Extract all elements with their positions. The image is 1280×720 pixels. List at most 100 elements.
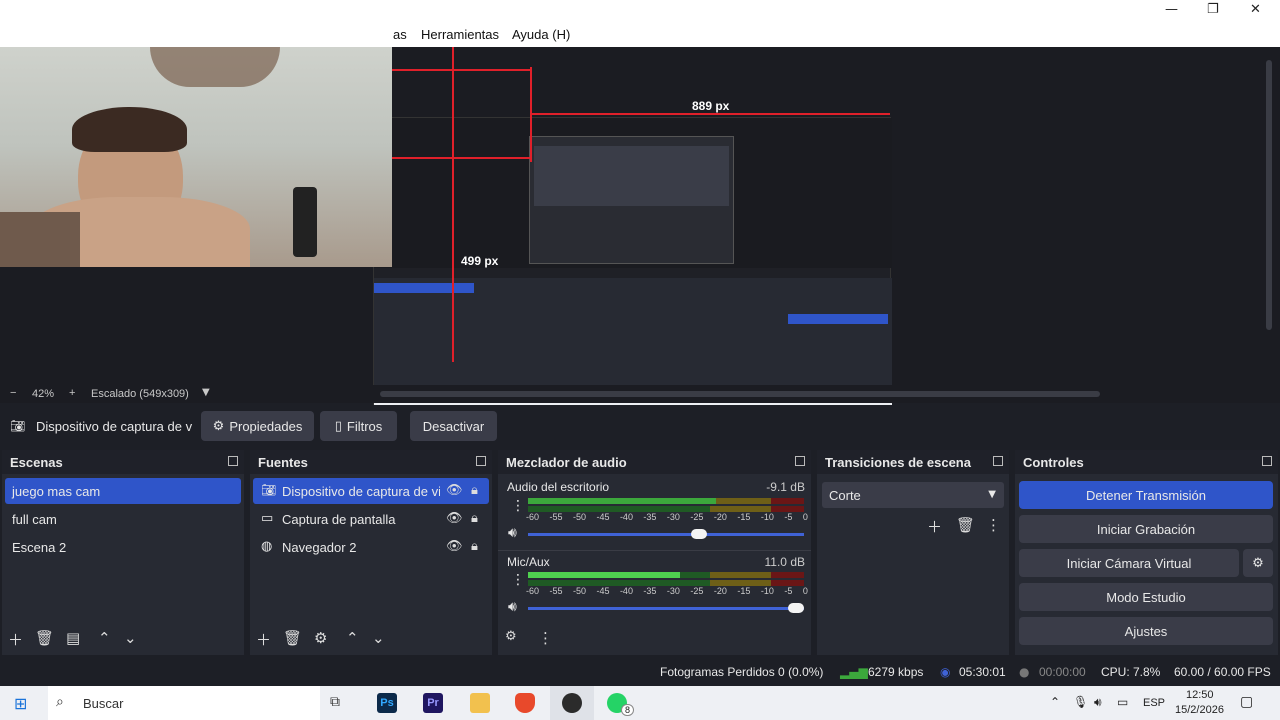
db-tick-label: -50: [572, 512, 586, 522]
channel-menu-icon[interactable]: ⋮: [511, 572, 525, 588]
menu-item-partial[interactable]: as: [393, 27, 407, 42]
scenes-footer: ＋ 🗑︎ ▤ ⌃ ⌄: [2, 627, 244, 651]
camera-icon: 📷︎: [261, 483, 277, 497]
level-meter: [528, 498, 804, 504]
title-bar: — ❐ ✕: [0, 0, 1280, 22]
scene-item[interactable]: juego mas cam: [5, 478, 241, 504]
preview-vertical-scrollbar[interactable]: [1266, 60, 1272, 330]
dock-float-icon[interactable]: [476, 456, 486, 466]
properties-label: Propiedades: [229, 418, 303, 434]
db-tick-label: -60: [526, 586, 540, 596]
filter-icon[interactable]: ▤: [66, 629, 80, 647]
db-tick-label: -25: [690, 586, 704, 596]
eye-icon[interactable]: 👁︎: [446, 539, 463, 554]
move-up-icon[interactable]: ⌃: [346, 629, 359, 647]
lock-icon[interactable]: 🔒︎: [471, 483, 478, 498]
dock-float-icon[interactable]: [993, 456, 1003, 466]
filters-button[interactable]: ▯ Filtros: [320, 411, 397, 441]
minimize-button[interactable]: —: [1165, 2, 1178, 17]
status-bar: Fotogramas Perdidos 0 (0.0%) ▂▄▆ 6279 kb…: [0, 658, 1280, 686]
source-item[interactable]: ◍ Navegador 2 👁︎ 🔒︎: [253, 534, 489, 560]
dock-float-icon[interactable]: [228, 456, 238, 466]
task-view-icon[interactable]: ⧉: [330, 694, 340, 710]
brave-icon[interactable]: [515, 693, 535, 713]
source-item[interactable]: ▭ Captura de pantalla 👁︎ 🔒︎: [253, 506, 489, 532]
restore-button[interactable]: ❐: [1207, 2, 1219, 17]
source-item[interactable]: 📷︎ Dispositivo de captura de vic 👁︎ 🔒︎: [253, 478, 489, 504]
menu-item-help[interactable]: Ayuda (H): [512, 27, 570, 42]
transition-menu-icon[interactable]: ⋮: [986, 516, 1001, 534]
level-meter: [528, 572, 804, 578]
dock-float-icon[interactable]: [795, 456, 805, 466]
camera-icon: 📷︎: [10, 419, 26, 433]
clock-date[interactable]: 15/2/2026: [1175, 704, 1224, 716]
stop-stream-button[interactable]: Detener Transmisión: [1019, 481, 1273, 509]
volume-slider[interactable]: [528, 529, 804, 539]
transition-select[interactable]: Corte ▼: [822, 482, 1004, 508]
add-icon[interactable]: ＋: [256, 629, 271, 650]
channel-name: Mic/Aux: [507, 555, 550, 569]
transitions-dock: Transiciones de escena Corte ▼ ＋ 🗑︎ ⋮: [817, 450, 1009, 655]
trash-icon[interactable]: 🗑︎: [956, 516, 975, 534]
zoom-in-button[interactable]: +: [69, 387, 75, 399]
virtual-cam-settings-button[interactable]: ⚙: [1243, 549, 1273, 577]
file-explorer-icon[interactable]: [470, 693, 490, 713]
volume-knob[interactable]: [691, 529, 708, 539]
measure-line-vertical: [452, 47, 454, 362]
chevron-down-icon[interactable]: ▼: [202, 387, 210, 398]
network-icon[interactable]: ▭: [1117, 695, 1128, 709]
close-button[interactable]: ✕: [1250, 2, 1261, 17]
measure-label-vertical: 499 px: [461, 254, 499, 268]
windows-start-icon[interactable]: ⊞: [14, 694, 27, 713]
controls-dock: Controles Detener Transmisión Iniciar Gr…: [1015, 450, 1278, 655]
settings-button[interactable]: Ajustes: [1019, 617, 1273, 645]
bitrate: 6279 kbps: [868, 665, 924, 679]
eye-icon[interactable]: 👁︎: [446, 483, 463, 498]
webcam-feed: [0, 47, 392, 267]
move-up-icon[interactable]: ⌃: [98, 629, 111, 647]
chevron-up-icon[interactable]: ⌃: [1050, 695, 1060, 709]
premiere-icon[interactable]: Pr: [423, 693, 443, 713]
trash-icon[interactable]: 🗑︎: [283, 629, 302, 647]
move-down-icon[interactable]: ⌄: [124, 629, 137, 647]
menu-bar: as Herramientas Ayuda (H): [0, 22, 1280, 47]
mixer-footer: ⚙ ⋮: [498, 627, 811, 651]
studio-mode-button[interactable]: Modo Estudio: [1019, 583, 1273, 611]
volume-slider[interactable]: [528, 603, 804, 613]
trash-icon[interactable]: 🗑︎: [35, 629, 54, 647]
signal-bars-icon: ▂▄▆: [840, 665, 868, 679]
deactivate-button[interactable]: Desactivar: [410, 411, 497, 441]
volume-icon[interactable]: 🔊︎: [1094, 695, 1102, 710]
obs-icon: [562, 693, 582, 713]
clock-time[interactable]: 12:50: [1186, 689, 1214, 701]
notifications-icon[interactable]: ▢: [1240, 694, 1253, 710]
preview-canvas[interactable]: 889 px 499 px: [0, 47, 1280, 410]
properties-button[interactable]: ⚙ Propiedades: [201, 411, 314, 441]
scene-item[interactable]: Escena 2: [5, 534, 241, 560]
scene-item[interactable]: full cam: [5, 506, 241, 532]
advanced-audio-icon[interactable]: ⚙: [505, 629, 517, 644]
start-virtual-cam-button[interactable]: Iniciar Cámara Virtual: [1019, 549, 1239, 577]
add-icon[interactable]: ＋: [927, 516, 942, 537]
dock-float-icon[interactable]: [1262, 456, 1272, 466]
zoom-out-button[interactable]: −: [10, 387, 16, 399]
menu-item-tools[interactable]: Herramientas: [421, 27, 499, 42]
lock-icon[interactable]: 🔒︎: [471, 511, 478, 526]
eye-icon[interactable]: 👁︎: [446, 511, 463, 526]
obs-taskbar-active[interactable]: [550, 686, 594, 720]
gear-icon[interactable]: ⚙: [314, 629, 327, 647]
photoshop-icon[interactable]: Ps: [377, 693, 397, 713]
channel-menu-icon[interactable]: ⋮: [511, 498, 525, 514]
speaker-icon[interactable]: 🔊︎: [508, 599, 517, 615]
move-down-icon[interactable]: ⌄: [372, 629, 385, 647]
language-indicator[interactable]: ESP: [1143, 697, 1165, 709]
microphone-icon[interactable]: 🎙︎: [1073, 695, 1088, 709]
mixer-menu-icon[interactable]: ⋮: [538, 629, 553, 647]
volume-knob[interactable]: [788, 603, 804, 613]
add-icon[interactable]: ＋: [8, 629, 23, 650]
preview-horizontal-scrollbar[interactable]: [380, 391, 1100, 397]
taskbar-search[interactable]: ⌕ Buscar: [48, 686, 320, 720]
speaker-icon[interactable]: 🔊︎: [508, 525, 517, 541]
lock-icon[interactable]: 🔒︎: [471, 539, 478, 554]
start-recording-button[interactable]: Iniciar Grabación: [1019, 515, 1273, 543]
